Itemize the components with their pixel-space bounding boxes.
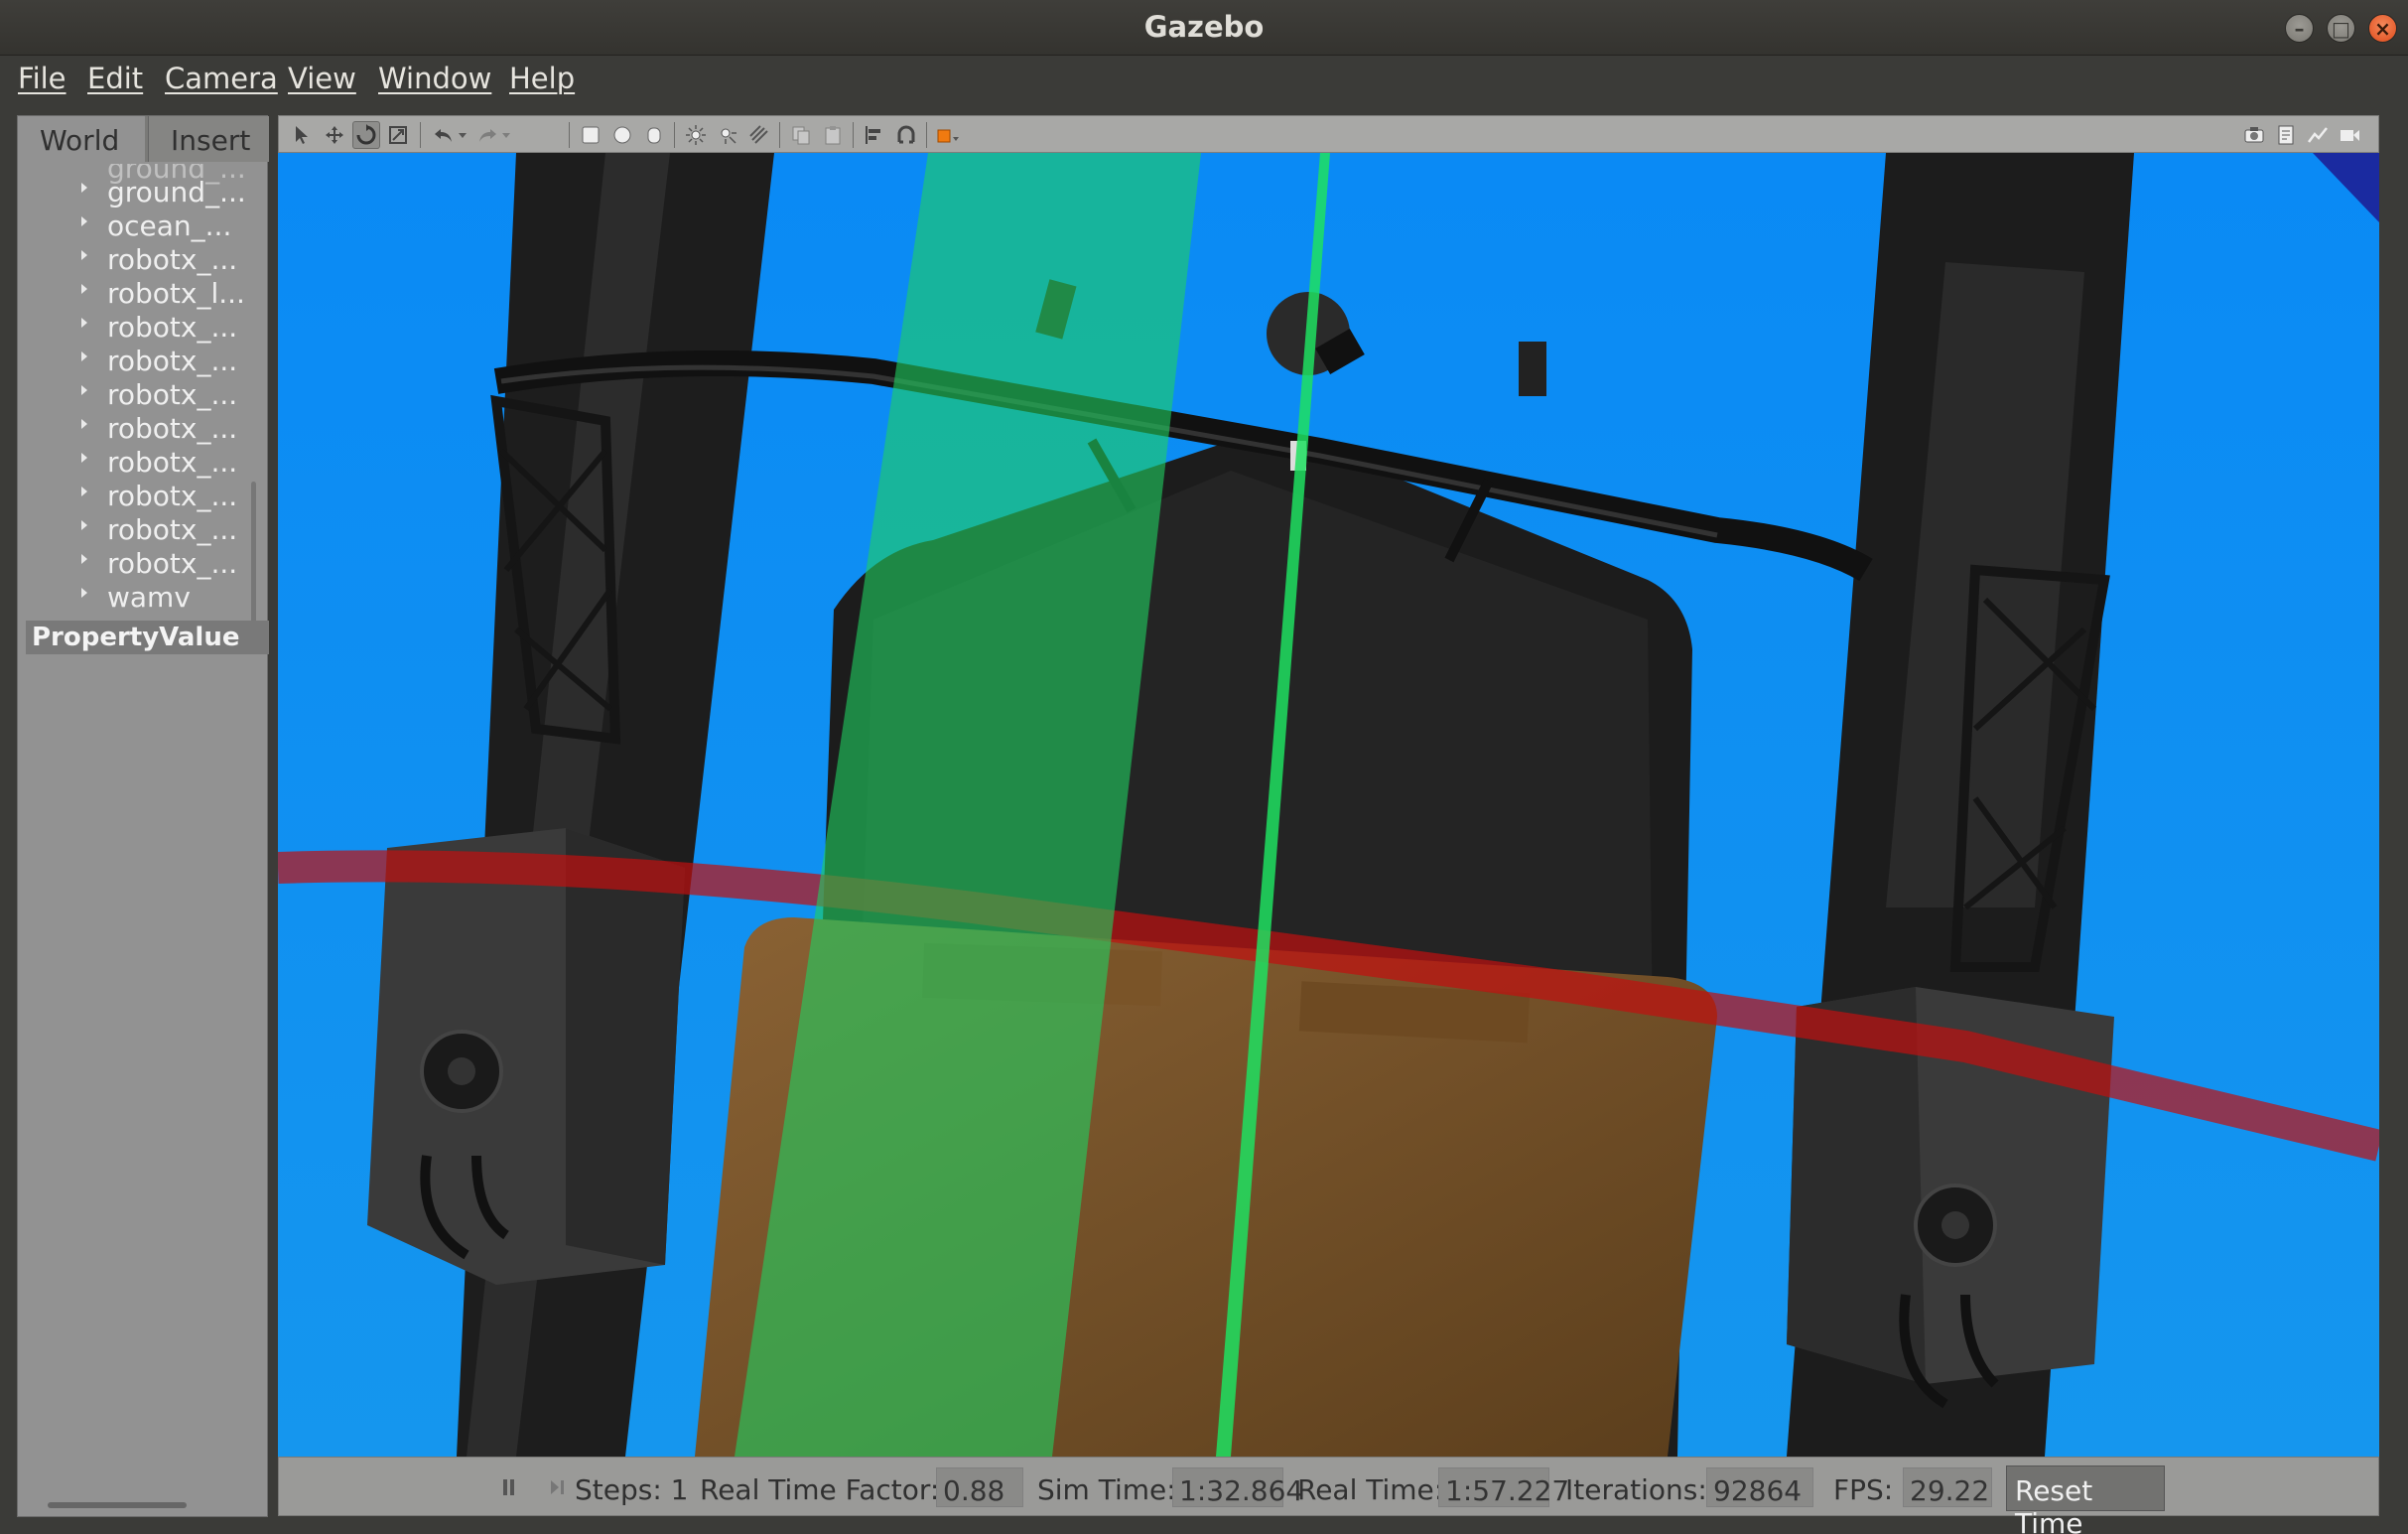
rtf-label: Real Time Factor:	[700, 1473, 940, 1506]
copy-icon[interactable]	[787, 121, 815, 149]
expand-arrow-icon[interactable]	[81, 554, 87, 564]
tree-item[interactable]: robotx_...	[18, 480, 256, 513]
fps-value: 29.22	[1903, 1467, 1992, 1507]
expand-arrow-icon[interactable]	[81, 250, 87, 260]
select-arrow-icon[interactable]	[289, 121, 317, 149]
tree-item[interactable]: robotx_...	[18, 345, 256, 378]
spot-light-icon[interactable]	[714, 121, 741, 149]
menu-view[interactable]: View	[288, 62, 356, 95]
menu-help[interactable]: Help	[509, 62, 575, 95]
tree-item[interactable]: robotx_...	[18, 311, 256, 345]
rotate-icon[interactable]	[352, 121, 380, 149]
left-panel: World Insert ground_... ground_... ocean…	[17, 115, 269, 1517]
expand-arrow-icon[interactable]	[81, 318, 87, 328]
box-icon[interactable]	[577, 121, 604, 149]
tree-item[interactable]: ocean_...	[18, 209, 256, 243]
directional-light-icon[interactable]	[745, 121, 773, 149]
menu-edit[interactable]: Edit	[87, 62, 143, 95]
point-light-icon[interactable]	[682, 121, 710, 149]
scale-icon[interactable]	[384, 121, 412, 149]
tree-item[interactable]: robotx_...	[18, 412, 256, 446]
expand-arrow-icon[interactable]	[81, 453, 87, 463]
sim-time-value: 1:32.864	[1172, 1467, 1303, 1507]
pause-icon[interactable]	[502, 1477, 516, 1497]
log-icon[interactable]	[2272, 121, 2300, 149]
sim-time-label: Sim Time:	[1037, 1473, 1176, 1506]
expand-arrow-icon[interactable]	[81, 385, 87, 395]
expand-arrow-icon[interactable]	[81, 419, 87, 429]
redo-icon[interactable]	[473, 121, 501, 149]
snap-icon[interactable]	[892, 121, 920, 149]
reset-time-button[interactable]: Reset Time	[2006, 1465, 2165, 1534]
tab-insert[interactable]: Insert	[148, 116, 269, 162]
expand-arrow-icon[interactable]	[81, 588, 87, 598]
expand-arrow-icon[interactable]	[81, 520, 87, 530]
maximize-button[interactable]: □	[2327, 14, 2355, 43]
menu-bar: File Edit Camera View Window Help	[0, 56, 2408, 101]
toolbar	[278, 115, 2379, 153]
fps-label: FPS:	[1833, 1473, 1894, 1506]
expand-arrow-icon[interactable]	[81, 284, 87, 294]
menu-window[interactable]: Window	[378, 62, 491, 95]
tree-item[interactable]: robotx_...	[18, 446, 256, 480]
3d-viewport[interactable]	[278, 153, 2379, 1457]
horizontal-scrollbar[interactable]	[48, 1502, 187, 1508]
expand-arrow-icon[interactable]	[81, 183, 87, 193]
real-time-label: Real Time:	[1297, 1473, 1444, 1506]
scene-render	[278, 153, 2379, 1457]
tree-scrollbar[interactable]	[251, 482, 256, 630]
tree-item[interactable]: wamv	[18, 581, 256, 615]
panel-tabs: World Insert	[18, 116, 269, 162]
property-header: PropertyValue	[26, 621, 269, 654]
plot-icon[interactable]	[2304, 121, 2332, 149]
translate-icon[interactable]	[321, 121, 348, 149]
menu-camera[interactable]: Camera	[165, 62, 278, 95]
tab-world[interactable]: World	[18, 116, 145, 162]
tree-item[interactable]: robotx_...	[18, 378, 256, 412]
sphere-icon[interactable]	[608, 121, 636, 149]
undo-dropdown-icon[interactable]	[456, 121, 469, 149]
close-button[interactable]: ×	[2368, 14, 2397, 43]
tree-item[interactable]: robotx_...	[18, 243, 256, 277]
undo-icon[interactable]	[430, 121, 458, 149]
step-icon[interactable]	[549, 1477, 567, 1497]
expand-arrow-icon[interactable]	[81, 487, 87, 496]
title-bar: Gazebo – □ ×	[0, 0, 2408, 56]
iterations-value: 92864	[1706, 1467, 1813, 1507]
paste-icon[interactable]	[819, 121, 847, 149]
view-angle-icon[interactable]	[934, 121, 962, 149]
tree-item[interactable]: ground_...	[18, 176, 256, 209]
expand-arrow-icon[interactable]	[81, 216, 87, 226]
minimize-button[interactable]: –	[2285, 14, 2314, 43]
window-title: Gazebo	[1143, 10, 1265, 44]
steps-label[interactable]: Steps: 1	[575, 1473, 689, 1506]
menu-file[interactable]: File	[18, 62, 67, 95]
expand-arrow-icon[interactable]	[81, 351, 87, 361]
iterations-label: Iterations:	[1565, 1473, 1707, 1506]
video-record-icon[interactable]	[2336, 121, 2363, 149]
redo-dropdown-icon[interactable]	[499, 121, 513, 149]
screenshot-icon[interactable]	[2240, 121, 2268, 149]
align-icon[interactable]	[861, 121, 888, 149]
rtf-value: 0.88	[936, 1467, 1023, 1507]
cylinder-icon[interactable]	[640, 121, 668, 149]
real-time-value: 1:57.227	[1438, 1467, 1569, 1507]
tree-item[interactable]: robotx_...	[18, 547, 256, 581]
tree-item[interactable]: robotx_...	[18, 513, 256, 547]
tree-item[interactable]: robotx_l...	[18, 277, 256, 311]
status-bar: Steps: 1 Real Time Factor: 0.88 Sim Time…	[278, 1457, 2379, 1534]
